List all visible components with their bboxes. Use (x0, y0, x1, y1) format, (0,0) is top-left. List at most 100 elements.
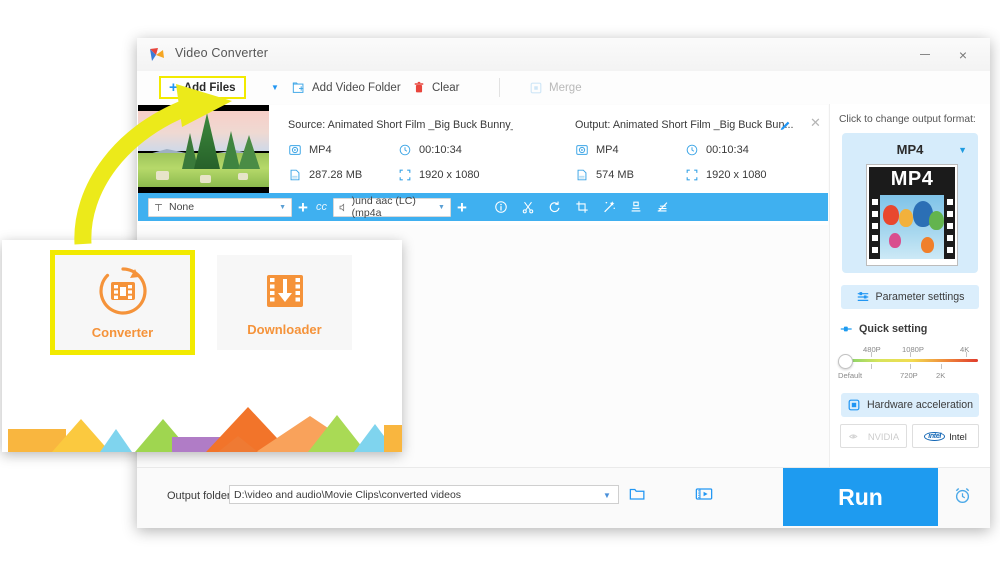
subtitle-T-icon (155, 203, 162, 211)
hardware-acceleration-label: Hardware acceleration (867, 399, 973, 411)
file-action-bar: None ▼ + cc )und aac (LC) (mp4a ▼ + (138, 193, 828, 221)
gpu-option-intel[interactable]: intel Intel (912, 424, 979, 448)
quality-slider[interactable]: 480P 1080P 4K Default 720P 2K (838, 345, 980, 381)
quick-setting-label: Quick setting (859, 323, 928, 335)
nvidia-icon (848, 433, 858, 439)
decorative-triangles (2, 402, 402, 452)
clock-icon (399, 144, 411, 156)
adjust-icon[interactable] (656, 200, 670, 214)
output-size-value: 574 MB (596, 169, 634, 181)
gpu-nvidia-label: NVIDIA (867, 430, 900, 442)
file-icon (290, 169, 300, 181)
source-info: Source: Animated Short Film _Big Buck Bu… (288, 105, 513, 181)
output-folder-label: Output folder: (167, 490, 234, 502)
chevron-down-icon-2: ▼ (438, 203, 445, 211)
converter-highlight-box (50, 250, 195, 355)
alarm-clock-icon[interactable] (953, 486, 972, 505)
effect-wand-icon[interactable] (602, 200, 616, 214)
slider-knob[interactable] (838, 354, 853, 369)
remove-file-button[interactable]: ✕ (810, 115, 821, 131)
output-resolution-value: 1920 x 1080 (706, 169, 767, 181)
output-size: 574 MB (575, 168, 634, 182)
media-preview-icon[interactable] (695, 486, 713, 502)
slider-label-1080p: 1080P (902, 345, 924, 354)
clear-button[interactable]: Clear (412, 71, 459, 104)
hardware-acceleration-button[interactable]: Hardware acceleration (841, 393, 979, 417)
parameter-settings-label: Parameter settings (875, 291, 965, 303)
crop-icon[interactable] (575, 200, 589, 214)
output-duration: 00:10:34 (685, 143, 749, 157)
merge-button[interactable]: Merge (529, 71, 582, 104)
source-size: 287.28 MB (288, 168, 362, 182)
toolbar-divider (499, 78, 500, 97)
source-resolution: 1920 x 1080 (398, 168, 480, 182)
output-duration-value: 00:10:34 (706, 144, 749, 156)
bottom-bar: Output folder: D:\video and audio\Movie … (137, 467, 990, 528)
add-files-dropdown[interactable]: ▼ (265, 71, 285, 104)
source-format: MP4 (288, 143, 332, 157)
plus-icon: + (169, 79, 178, 96)
rotate-icon[interactable] (548, 200, 562, 214)
slider-label-default: Default (838, 371, 863, 380)
add-subtitle-button[interactable]: + (298, 199, 308, 216)
main-toolbar: + Add Files ▼ Add Video Folder Clear Mer… (137, 71, 990, 105)
watermark-icon[interactable] (629, 200, 643, 214)
close-button[interactable]: × (946, 38, 980, 71)
chevron-down-icon-format[interactable]: ▼ (958, 145, 967, 155)
slider-label-720p: 720P (900, 371, 918, 380)
format-thumbnail: MP4 (867, 165, 957, 265)
output-folder-input[interactable]: D:\video and audio\Movie Clips\converted… (229, 485, 619, 504)
source-format-value: MP4 (309, 144, 332, 156)
video-format-icon-2 (576, 145, 588, 155)
output-format-value: MP4 (596, 144, 619, 156)
subtitle-select[interactable]: None ▼ (148, 197, 292, 217)
output-resolution: 1920 x 1080 (685, 168, 767, 182)
video-thumbnail (138, 105, 269, 193)
merge-icon (530, 82, 542, 93)
source-resolution-value: 1920 x 1080 (419, 169, 480, 181)
audio-track-select[interactable]: )und aac (LC) (mp4a ▼ (332, 195, 451, 219)
pencil-icon[interactable] (778, 119, 792, 133)
info-icon[interactable] (494, 200, 508, 214)
clock-icon-2 (686, 144, 698, 156)
downloader-label: Downloader (247, 322, 322, 337)
mode-selector-popup: Converter Downloader (2, 240, 402, 452)
source-title: Source: Animated Short Film _Big Buck Bu… (288, 119, 513, 131)
trash-icon (414, 81, 424, 92)
quick-setting-header: Quick setting (840, 323, 990, 335)
open-folder-icon[interactable] (629, 486, 647, 502)
intel-icon: intel (924, 431, 946, 441)
minimize-button[interactable] (908, 38, 942, 71)
slider-label-4k: 4K (960, 345, 970, 354)
merge-label: Merge (549, 81, 582, 94)
output-format-selector[interactable]: MP4 ▼ MP4 (842, 133, 978, 273)
output-format-hint: Click to change output format: (839, 114, 976, 125)
downloader-mode-card[interactable]: Downloader (217, 255, 352, 350)
audio-value: )und aac (LC) (mp4a (351, 195, 416, 219)
parameter-settings-button[interactable]: Parameter settings (841, 285, 979, 309)
source-duration-value: 00:10:34 (419, 144, 462, 156)
speaker-icon (339, 202, 344, 212)
file-list-row[interactable]: Source: Animated Short Film _Big Buck Bu… (138, 105, 934, 225)
resolution-icon (399, 169, 411, 181)
add-video-folder-button[interactable]: Add Video Folder (292, 71, 401, 104)
run-button[interactable]: Run (783, 468, 938, 526)
title-bar: Video Converter × (137, 38, 990, 72)
output-folder-dropdown[interactable]: ▼ (603, 491, 611, 500)
add-audio-button[interactable]: + (457, 199, 467, 216)
add-files-label: Add Files (183, 81, 236, 94)
window-title: Video Converter (175, 46, 269, 60)
gpu-options: NVIDIA intel Intel (840, 424, 990, 448)
slider-track (840, 359, 978, 362)
cut-icon[interactable] (521, 200, 535, 214)
output-format-panel: Click to change output format: MP4 ▼ MP4 (829, 104, 990, 468)
gpu-option-nvidia[interactable]: NVIDIA (840, 424, 907, 448)
chevron-down-icon: ▼ (279, 203, 286, 211)
gpu-intel-label: Intel (949, 430, 967, 442)
slider-label-2k: 2K (936, 371, 946, 380)
add-files-button[interactable]: + Add Files (159, 76, 246, 99)
folder-plus-icon (292, 81, 304, 93)
closed-caption-button[interactable]: cc (316, 201, 327, 213)
output-format: MP4 (575, 143, 619, 157)
source-size-value: 287.28 MB (309, 169, 363, 181)
